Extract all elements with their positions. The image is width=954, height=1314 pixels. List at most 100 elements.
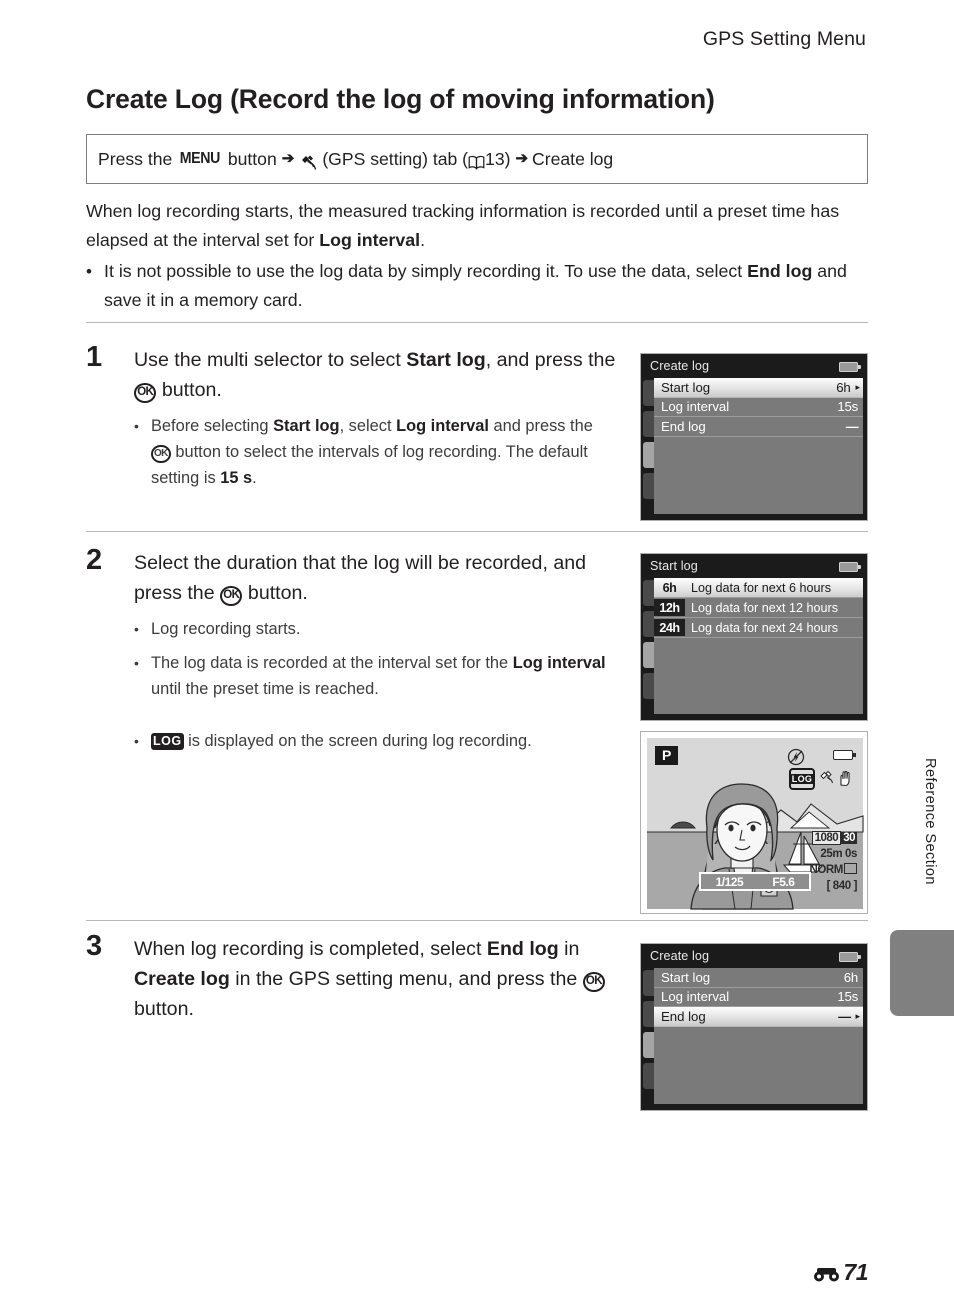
screen-start-log[interactable]: Start log 6h Log data for next 6 hours 1… — [640, 553, 868, 721]
step-2-log-bullet: • LOG is displayed on the screen during … — [134, 728, 616, 754]
step-1-sub-text: Before selecting Start log, select Log i… — [151, 413, 616, 491]
screen-live-view[interactable]: P LOG 1080 30 25m 0s NORM [840] 1/125 … — [640, 731, 868, 914]
path-page-ref: 13 — [485, 148, 505, 169]
option-row-12h[interactable]: 12h Log data for next 12 hours — [654, 598, 863, 618]
step-2-head-c: button. — [242, 582, 308, 604]
screen-title: Create log — [650, 949, 710, 963]
step-1-heading: Use the multi selector to select Start l… — [134, 345, 616, 405]
menu-row-log-interval[interactable]: Log interval 15s — [654, 398, 863, 417]
menu-tab-3-active[interactable] — [643, 642, 654, 668]
step-2-sublist: • Log recording starts. • The log data i… — [134, 616, 616, 754]
menu-tab-3-active[interactable] — [643, 442, 654, 468]
menu-row-end-log[interactable]: End log –– ▸ — [654, 1007, 863, 1027]
screen-title: Start log — [650, 559, 698, 573]
menu-tab-3-active[interactable] — [643, 1032, 654, 1058]
log-bullet-text: is displayed on the screen during log re… — [183, 732, 532, 750]
intro-para-bold: Log interval — [319, 230, 421, 250]
gps-satellite-icon — [819, 770, 836, 792]
menu-tab-1[interactable] — [643, 380, 654, 406]
menu-tab-2[interactable] — [643, 411, 654, 437]
menu-path-box: Press the MENU button ➔ (GPS setting) ta… — [86, 134, 868, 184]
step-2-sub-text-1: Log recording starts. — [151, 620, 301, 638]
step-3-head-b: in — [558, 938, 580, 960]
s2a: The log data is recorded at the interval… — [151, 654, 513, 672]
menu-tab-1[interactable] — [643, 580, 654, 606]
page-footer: 71 — [813, 1259, 868, 1286]
s1b: , select — [339, 417, 397, 435]
s1e: . — [252, 469, 257, 487]
intro-para-b: . — [420, 230, 426, 250]
step-3-head-c: button. — [134, 998, 194, 1020]
battery-icon — [839, 952, 861, 962]
shots-remaining: [ 840 ] — [826, 880, 858, 892]
shooting-mode-badge: P — [655, 746, 679, 765]
log-indicator-icon: LOG — [789, 768, 815, 790]
side-section-tab — [890, 930, 954, 1016]
manual-book-icon — [468, 154, 485, 170]
option-label: Log data for next 6 hours — [691, 580, 832, 595]
step-2-log-text: LOG is displayed on the screen during lo… — [151, 728, 532, 754]
step-1: 1 Use the multi selector to select Start… — [86, 341, 616, 495]
menu-row-value: 6h — [836, 379, 851, 395]
battery-icon — [839, 362, 861, 372]
gps-satellite-icon — [300, 154, 320, 171]
aperture: F5.6 — [772, 874, 795, 889]
menu-row-log-interval[interactable]: Log interval 15s — [654, 988, 863, 1007]
screen-create-log-1[interactable]: Create log Start log 6h ▸ Log interval 1… — [640, 353, 868, 521]
intro-bullet-text: It is not possible to use the log data b… — [104, 257, 868, 315]
menu-tab-4[interactable] — [643, 1063, 654, 1089]
menu-row-start-log[interactable]: Start log 6h — [654, 968, 863, 988]
screen-title: Create log — [650, 359, 710, 373]
intro-bullet-a: It is not possible to use the log data b… — [104, 261, 748, 281]
step-3-head-b2: in the GPS setting menu, and press the — [229, 968, 583, 990]
menu-tab-4[interactable] — [643, 673, 654, 699]
battery-icon — [839, 562, 861, 572]
bullet-dot-icon: • — [134, 418, 139, 434]
option-badge: 12h — [654, 599, 685, 616]
menu-row-value: 15s — [837, 399, 858, 415]
s1b2: Log interval — [396, 417, 489, 435]
bullet-dot-icon: • — [134, 655, 139, 671]
menu-tab-column[interactable] — [643, 970, 654, 1108]
step-2-heading: Select the duration that the log will be… — [134, 548, 616, 608]
page-number: 71 — [843, 1259, 868, 1285]
menu-row-label: Log interval — [661, 989, 730, 1005]
menu-tab-4[interactable] — [643, 473, 654, 499]
s2b1: Log interval — [512, 654, 606, 672]
step-2-sub-item-2: • The log data is recorded at the interv… — [134, 650, 616, 702]
intro-para-a: When log recording starts, the measured … — [86, 201, 840, 250]
recording-time: 25m 0s — [820, 848, 857, 860]
intro-paragraph: When log recording starts, the measured … — [86, 197, 868, 255]
path-button-word: button — [227, 148, 277, 169]
ok-button-icon: OK — [582, 971, 606, 993]
step-1-number: 1 — [86, 341, 103, 373]
menu-tab-2[interactable] — [643, 1001, 654, 1027]
bullet-dot-icon: • — [86, 262, 92, 281]
step-1-head-c: button. — [156, 379, 222, 401]
divider-3 — [86, 920, 868, 921]
menu-tab-column[interactable] — [643, 580, 654, 718]
menu-row-end-log[interactable]: End log –– — [654, 417, 863, 437]
step-1-sub-item: • Before selecting Start log, select Log… — [134, 413, 616, 491]
divider-2 — [86, 531, 868, 532]
option-label: Log data for next 12 hours — [691, 600, 839, 615]
vibration-reduction-icon — [837, 770, 855, 792]
menu-button-label: MENU — [179, 150, 221, 167]
option-row-24h[interactable]: 24h Log data for next 24 hours — [654, 618, 863, 638]
step-3-number: 3 — [86, 930, 103, 962]
menu-tab-column[interactable] — [643, 380, 654, 518]
menu-tab-1[interactable] — [643, 970, 654, 996]
manual-page: GPS Setting Menu Create Log (Record the … — [0, 0, 954, 1314]
path-tab-text: (GPS setting) tab ( — [322, 148, 469, 169]
screen-create-log-2[interactable]: Create log Start log 6h Log interval 15s… — [640, 943, 868, 1111]
option-row-6h[interactable]: 6h Log data for next 6 hours — [654, 578, 863, 598]
step-1-head-b: , and press the — [485, 349, 616, 371]
menu-list: Start log 6h Log interval 15s End log ––… — [654, 968, 863, 1104]
menu-tab-2[interactable] — [643, 611, 654, 637]
menu-row-start-log[interactable]: Start log 6h ▸ — [654, 378, 863, 398]
step-2-sub-text-2: The log data is recorded at the interval… — [151, 650, 616, 702]
s1c: and press the — [488, 417, 593, 435]
option-badge: 24h — [654, 619, 685, 636]
menu-row-label: End log — [661, 418, 706, 434]
option-label: Log data for next 24 hours — [691, 620, 839, 635]
